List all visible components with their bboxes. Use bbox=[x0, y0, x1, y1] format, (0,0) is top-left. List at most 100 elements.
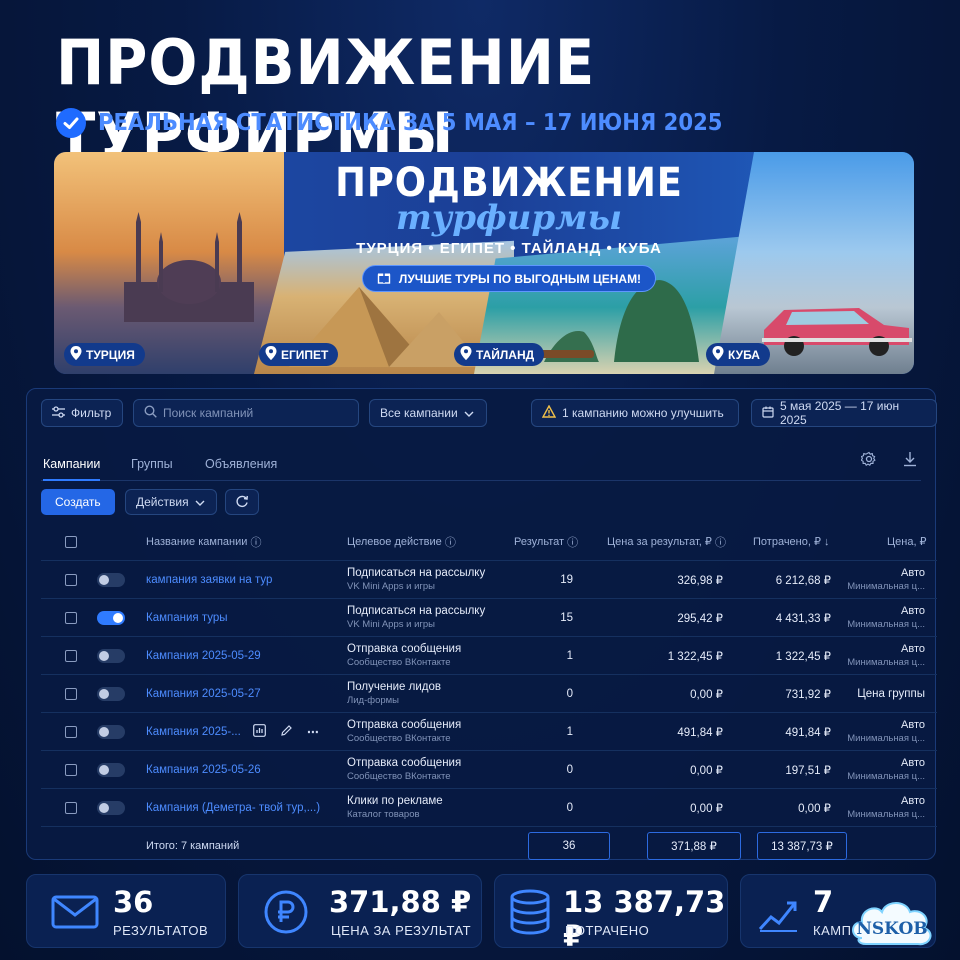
cpr-value: 0,00 ₽ bbox=[690, 764, 723, 777]
table-row[interactable]: Кампания (Деметра- твой тур,...) Клики п… bbox=[41, 789, 937, 827]
banner-headline: ПРОДВИЖЕНИЕ турфирмы ТУРЦИЯ • ЕГИПЕТ • Т… bbox=[279, 160, 739, 292]
col-price[interactable]: Цена, ₽ bbox=[887, 523, 927, 560]
create-button[interactable]: Создать bbox=[41, 489, 115, 515]
col-cost-per-result[interactable]: Цена за результат, ₽ ⓘ bbox=[607, 523, 726, 560]
campaign-toggle[interactable] bbox=[97, 637, 125, 674]
watermark-text: NSKOB bbox=[856, 919, 927, 939]
target-action-sub: Сообщество ВКонтакте bbox=[347, 657, 451, 668]
target-action: Отправка сообщения Сообщество ВКонтакте bbox=[347, 637, 461, 674]
row-checkbox[interactable] bbox=[65, 713, 77, 750]
target-action-label: Получение лидов bbox=[347, 681, 441, 693]
result-value: 0 bbox=[566, 801, 573, 814]
stats-icon[interactable] bbox=[253, 723, 266, 740]
campaign-toggle[interactable] bbox=[97, 599, 125, 636]
campaign-toggle[interactable] bbox=[97, 675, 125, 712]
edit-pencil-icon[interactable] bbox=[280, 724, 293, 740]
target-action-sub: VK Mini Apps и игры bbox=[347, 619, 435, 630]
stat-value: 13 387,73 ₽ bbox=[563, 885, 726, 953]
tab-ads[interactable]: Объявления bbox=[205, 457, 277, 471]
campaign-name-link[interactable]: Кампания (Деметра- твой тур,...) bbox=[146, 789, 320, 826]
improve-notice[interactable]: 1 кампанию можно улучшить bbox=[531, 399, 739, 427]
row-checkbox[interactable] bbox=[65, 637, 77, 674]
campaign-name-link[interactable]: Кампания туры bbox=[146, 599, 228, 636]
price-cell: Авто Минимальная ц... bbox=[843, 561, 925, 598]
table-row[interactable]: Кампания 2025-05-27 Получение лидов Лид-ф… bbox=[41, 675, 937, 713]
select-all-checkbox[interactable] bbox=[65, 523, 77, 560]
campaign-toggle[interactable] bbox=[97, 561, 125, 598]
banner-countries: ТУРЦИЯ • ЕГИПЕТ • ТАЙЛАНД • КУБА bbox=[356, 240, 662, 257]
price-cell: Авто Минимальная ц... bbox=[843, 789, 925, 826]
campaign-toggle[interactable] bbox=[97, 751, 125, 788]
campaign-toggle[interactable] bbox=[97, 713, 125, 750]
warning-icon bbox=[541, 404, 557, 421]
stat-value: 371,88 ₽ bbox=[329, 885, 472, 919]
filter-button[interactable]: Фильтр bbox=[41, 399, 123, 427]
actions-dropdown[interactable]: Действия bbox=[125, 489, 217, 515]
banner-promo: ЛУЧШИЕ ТУРЫ ПО ВЫГОДНЫМ ЦЕНАМ! bbox=[361, 265, 657, 292]
campaign-name-link[interactable]: Кампания 2025-05-29 bbox=[146, 637, 261, 674]
location-badge-turkey: ТУРЦИЯ bbox=[64, 343, 145, 366]
location-pin-icon bbox=[460, 346, 472, 363]
search-input[interactable]: Поиск кампаний bbox=[133, 399, 359, 427]
subtitle-row: РЕАЛЬНАЯ СТАТИСТИКА ЗА 5 МАЯ – 17 ИЮНЯ 2… bbox=[56, 108, 777, 138]
campaign-name-link[interactable]: Кампания 2025-05-26 bbox=[146, 751, 261, 788]
col-result[interactable]: Результат ⓘ bbox=[514, 523, 578, 560]
date-range-picker[interactable]: 5 мая 2025 — 17 июн 2025 bbox=[751, 399, 937, 427]
price-label: Авто bbox=[901, 567, 925, 579]
spent-value: 1 322,45 ₽ bbox=[775, 650, 831, 663]
more-icon[interactable]: ⋯ bbox=[307, 725, 319, 739]
refresh-button[interactable] bbox=[225, 489, 259, 515]
info-icon: ⓘ bbox=[250, 536, 262, 549]
target-action-label: Подписаться на рассылку bbox=[347, 567, 486, 579]
result-value: 0 bbox=[566, 687, 573, 700]
price-cell: Авто Минимальная ц... bbox=[843, 713, 925, 750]
campaign-select[interactable]: Все кампании bbox=[369, 399, 487, 427]
campaign-toggle[interactable] bbox=[97, 789, 125, 826]
campaign-name-link[interactable]: Кампания 2025-05-27 bbox=[146, 675, 261, 712]
total-cpr: 371,88 ₽ bbox=[647, 832, 741, 860]
settings-gear-icon[interactable] bbox=[860, 451, 877, 472]
row-checkbox[interactable] bbox=[65, 751, 77, 788]
row-checkbox[interactable] bbox=[65, 675, 77, 712]
price-label: Цена группы bbox=[857, 687, 925, 700]
spent-value: 491,84 ₽ bbox=[785, 726, 831, 739]
col-spent[interactable]: Потрачено, ₽ ↓ bbox=[753, 523, 830, 560]
result-value: 15 bbox=[560, 611, 573, 624]
stat-label: КАМП bbox=[813, 923, 852, 938]
result-value: 1 bbox=[566, 649, 573, 662]
target-action-label: Подписаться на рассылку bbox=[347, 605, 486, 617]
promo-banner: ПРОДВИЖЕНИЕ турфирмы ТУРЦИЯ • ЕГИПЕТ • Т… bbox=[54, 152, 914, 374]
table-row[interactable]: Кампания 2025-05-26 Отправка сообщения Со… bbox=[41, 751, 937, 789]
tab-campaigns[interactable]: Кампании bbox=[43, 457, 101, 481]
location-badge-thailand: ТАЙЛАНД bbox=[454, 343, 545, 366]
location-pin-icon bbox=[712, 346, 724, 363]
tab-groups[interactable]: Группы bbox=[131, 457, 173, 471]
price-label: Авто bbox=[901, 795, 925, 807]
row-checkbox[interactable] bbox=[65, 561, 77, 598]
target-action: Отправка сообщения Сообщество ВКонтакте bbox=[347, 713, 461, 750]
table-row[interactable]: Кампания 2025-... ⋯ Отправка сообщения Со… bbox=[41, 713, 937, 751]
table-header: Название кампании ⓘ Целевое действие ⓘ Р… bbox=[41, 523, 937, 561]
growth-chart-icon bbox=[757, 893, 799, 938]
table-row[interactable]: Кампания 2025-05-29 Отправка сообщения Со… bbox=[41, 637, 937, 675]
location-badge-cuba: КУБА bbox=[706, 343, 770, 366]
campaign-name-link[interactable]: Кампания 2025-... bbox=[146, 713, 241, 750]
col-target[interactable]: Целевое действие ⓘ bbox=[347, 523, 456, 560]
table-row[interactable]: Кампания туры Подписаться на рассылку VK … bbox=[41, 599, 937, 637]
col-name[interactable]: Название кампании ⓘ bbox=[146, 523, 261, 560]
date-range-text: 5 мая 2025 — 17 июн 2025 bbox=[780, 399, 900, 427]
gift-icon bbox=[377, 270, 391, 287]
total-label: Итого: 7 кампаний bbox=[146, 840, 240, 852]
campaign-name-link[interactable]: кампания заявки на тур bbox=[146, 561, 272, 598]
price-sub: Минимальная ц... bbox=[847, 657, 925, 668]
stat-label: ПОТРАЧЕНО bbox=[565, 923, 650, 938]
table-row[interactable]: кампания заявки на тур Подписаться на ра… bbox=[41, 561, 937, 599]
target-action-sub: Сообщество ВКонтакте bbox=[347, 771, 451, 782]
price-sub: Минимальная ц... bbox=[847, 809, 925, 820]
row-checkbox[interactable] bbox=[65, 599, 77, 636]
download-icon[interactable] bbox=[903, 451, 917, 472]
spent-value: 731,92 ₽ bbox=[785, 688, 831, 701]
row-checkbox[interactable] bbox=[65, 789, 77, 826]
price-cell: Авто Минимальная ц... bbox=[843, 599, 925, 636]
banner-promo-text: ЛУЧШИЕ ТУРЫ ПО ВЫГОДНЫМ ЦЕНАМ! bbox=[398, 271, 642, 286]
